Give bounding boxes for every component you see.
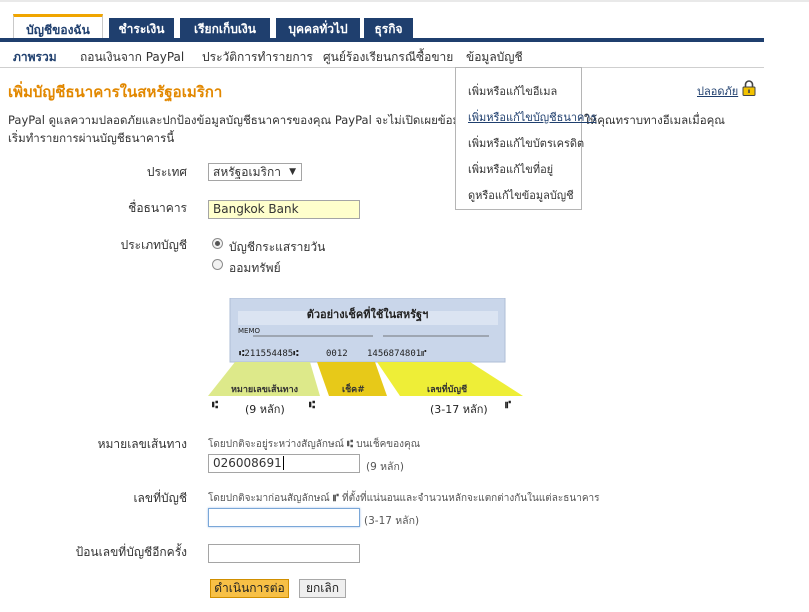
intro-text-line2: เริ่มทำรายการผ่านบัญชีธนาคารนี้ — [8, 131, 175, 145]
profile-dropdown-menu: เพิ่มหรือแก้ไขอีเมล เพิ่มหรือแก้ไขบัญชีธ… — [455, 67, 597, 210]
radio-checking-label: บัญชีกระแสรายวัน — [229, 240, 326, 254]
subnav-profile[interactable]: ข้อมูลบัญชี — [466, 48, 523, 67]
radio-checking[interactable] — [212, 238, 223, 249]
subnav-divider — [0, 67, 764, 68]
menu-item-credit-card[interactable]: เพิ่มหรือแก้ไขบัตรเครดิต — [468, 134, 584, 152]
subnav-history[interactable]: ประวัติการทำรายการ — [202, 48, 313, 67]
chevron-down-icon: ▼ — [289, 167, 296, 177]
subnav-resolution-center[interactable]: ศูนย์ร้องเรียนกรณีซื้อขาย — [323, 48, 453, 67]
check-micr-account: 1456874801⑈ — [367, 349, 427, 359]
top-border — [0, 0, 809, 2]
account-symbol-icon: ⑈ — [332, 493, 339, 504]
intro-text-line1: PayPal ดูแลความปลอดภัยและปกป้องข้อมูลบัญ… — [8, 113, 461, 127]
check-routing-label: หมายเลขเส้นทาง — [231, 385, 299, 395]
radio-savings[interactable] — [212, 259, 223, 270]
menu-item-bank-account[interactable]: เพิ่มหรือแก้ไขบัญชีธนาคาร — [468, 108, 597, 126]
country-label: ประเทศ — [146, 165, 187, 179]
radio-savings-label: ออมทรัพย์ — [229, 261, 281, 275]
country-select[interactable]: สหรัฐอเมริกา ▼ — [208, 163, 302, 181]
tab-pay[interactable]: ชำระเงิน — [109, 18, 174, 40]
check-micr-routing: ⑆211554485⑆ — [239, 349, 299, 359]
bank-name-input[interactable]: Bangkok Bank — [208, 200, 360, 219]
lock-icon — [742, 80, 756, 96]
routing-number-value: 026008691 — [213, 456, 282, 470]
check-micr-number: 0012 — [326, 349, 348, 359]
reenter-account-label: ป้อนเลขที่บัญชีอีกครั้ง — [75, 545, 187, 559]
tab-bar — [0, 38, 764, 42]
routing-hint-text: โดยปกติจะอยู่ระหว่างสัญลักษณ์ — [208, 439, 344, 450]
routing-symbol-icon: ⑆ — [309, 400, 315, 411]
reenter-account-input[interactable] — [208, 544, 360, 563]
secure-link[interactable]: ปลอดภัย — [697, 82, 738, 100]
bank-name-label: ชื่อธนาคาร — [128, 201, 187, 215]
account-digits-hint: (3-17 หลัก) — [364, 515, 420, 527]
routing-number-label: หมายเลขเส้นทาง — [97, 437, 187, 451]
continue-button[interactable]: ดำเนินการต่อ — [210, 579, 289, 598]
subnav-withdraw[interactable]: ถอนเงินจาก PayPal — [80, 48, 184, 67]
subnav-overview[interactable]: ภาพรวม — [13, 48, 57, 67]
routing-symbol-icon: ⑆ — [347, 439, 354, 450]
text-caret — [282, 456, 284, 470]
account-symbol-icon: ⑈ — [505, 400, 511, 411]
check-sample-title: ตัวอย่างเช็คที่ใช้ในสหรัฐฯ — [306, 308, 429, 321]
account-hint-tail: ที่ตั้งที่แน่นอนและจำนวนหลักจะแตกต่างกัน… — [342, 493, 600, 504]
country-select-value: สหรัฐอเมริกา — [213, 165, 281, 179]
routing-hint: โดยปกติจะอยู่ระหว่างสัญลักษณ์ ⑆ บนเช็คขอ… — [208, 437, 420, 452]
routing-hint-tail: บนเช็คของคุณ — [356, 439, 420, 450]
tab-my-account[interactable]: บัญชีของฉัน — [13, 14, 103, 40]
tab-personal[interactable]: บุคคลทั่วไป — [276, 18, 360, 40]
account-hint: โดยปกติจะมาก่อนสัญลักษณ์ ⑈ ที่ตั้งที่แน่… — [208, 491, 600, 506]
menu-item-account-info[interactable]: ดูหรือแก้ไขข้อมูลบัญชี — [468, 186, 574, 204]
check-routing-count: (9 หลัก) — [245, 403, 285, 416]
tab-business[interactable]: ธุรกิจ — [364, 18, 413, 40]
menu-item-email[interactable]: เพิ่มหรือแก้ไขอีเมล — [468, 82, 557, 100]
routing-digits-hint: (9 หลัก) — [366, 461, 404, 473]
account-hint-text: โดยปกติจะมาก่อนสัญลักษณ์ — [208, 493, 330, 504]
routing-symbol-icon: ⑆ — [212, 400, 218, 411]
tab-request[interactable]: เรียกเก็บเงิน — [180, 18, 270, 40]
check-account-count: (3-17 หลัก) — [430, 403, 488, 416]
routing-number-input[interactable]: 026008691 — [208, 454, 360, 473]
check-memo-label: MEMO — [238, 327, 261, 335]
cancel-button[interactable]: ยกเลิก — [299, 579, 346, 598]
page-title: เพิ่มบัญชีธนาคารในสหรัฐอเมริกา — [8, 83, 223, 101]
check-number-label: เช็ค# — [342, 385, 365, 395]
check-account-label: เลขที่บัญชี — [427, 385, 468, 395]
account-number-input[interactable] — [208, 508, 360, 527]
account-number-label: เลขที่บัญชี — [133, 491, 187, 505]
intro-text-line1-tail: ให้คุณทราบทางอีเมลเมื่อคุณ — [584, 113, 725, 127]
menu-item-address[interactable]: เพิ่มหรือแก้ไขที่อยู่ — [468, 160, 553, 178]
account-type-label: ประเภทบัญชี — [120, 238, 187, 252]
